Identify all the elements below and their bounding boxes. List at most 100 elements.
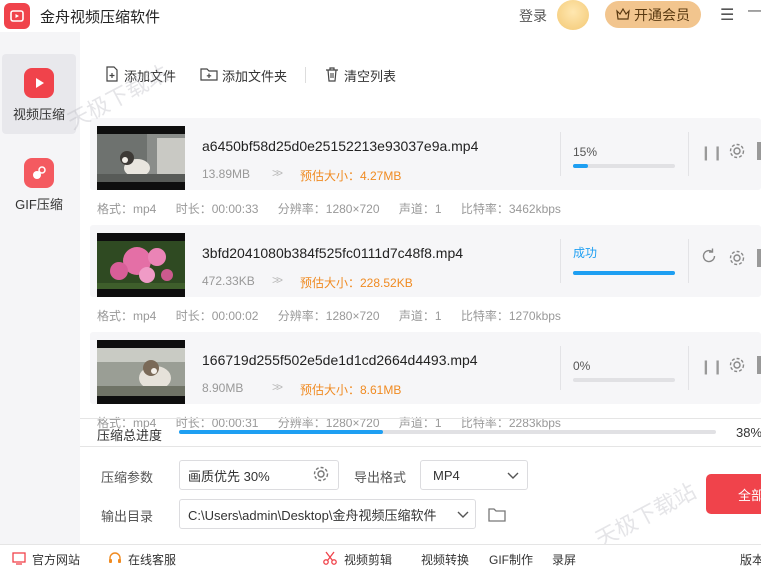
login-link[interactable]: 登录 [519,6,547,26]
divider [688,239,689,283]
gear-icon[interactable] [312,465,330,486]
estimated-size: 预估大小：228.52KB [300,276,413,290]
video-convert-link[interactable]: 视频转换 [421,551,469,568]
gear-icon[interactable] [728,249,746,270]
progress-bar [573,164,675,168]
divider [688,132,689,176]
progress-status: 0% [573,359,591,373]
clear-list-label: 清空列表 [344,68,397,84]
compress-param-field[interactable]: 画质优先 30% [179,460,339,490]
divider [560,132,561,176]
start-all-button[interactable]: 全部 [706,474,761,514]
arrow-right-icon: >> [272,380,283,394]
total-progress-bar [179,430,716,434]
divider [80,418,761,419]
file-name: 166719d255f502e5de1d1cd2664d4493.mp4 [202,352,478,368]
compress-param-label: 压缩参数 [101,470,154,485]
watermark: 天极下载站 [591,478,701,553]
meta-resolution: 分辨率：1280×720 [277,309,380,323]
file-size: 8.90MB [202,381,244,395]
total-progress-fill [179,430,384,434]
toolbar-divider [305,67,307,83]
compress-param-value: 画质优先 30% [188,468,270,484]
app-logo [4,3,30,29]
output-dir-label: 输出目录 [101,509,154,524]
divider [80,446,761,447]
official-site-label: 官方网站 [32,553,81,567]
avatar[interactable] [557,0,589,30]
clear-list-button[interactable]: 清空列表 [324,66,396,85]
chevron-down-icon [507,468,519,483]
vip-label: 开通会员 [634,6,690,23]
chevron-down-icon [453,507,469,522]
meta-bitrate: 比特率：3462kbps [460,202,561,216]
arrow-right-icon: >> [272,166,283,180]
video-edit-label: 视频剪辑 [344,553,393,567]
headset-icon [108,551,122,568]
delete-icon[interactable] [757,249,761,267]
meta-resolution: 分辨率：1280×720 [277,202,380,216]
progress-fill [573,164,589,168]
video-icon [24,68,54,98]
folder-icon[interactable] [488,507,506,525]
gear-icon[interactable] [728,142,746,163]
minimize-icon[interactable]: — [748,2,761,20]
file-size: 472.33KB [202,274,255,288]
file-row: a6450bf58d25d0e25152213e93037e9a.mp4 13.… [90,118,761,190]
meta-channels: 声道：1 [398,202,442,216]
sidebar-item-video-compress[interactable]: 视频压缩 [2,54,76,134]
vip-button[interactable]: 开通会员 [605,1,701,28]
meta-bitrate: 比特率：1270kbps [460,309,561,323]
file-name: a6450bf58d25d0e25152213e93037e9a.mp4 [202,138,479,154]
divider [688,346,689,390]
export-format-select[interactable]: MP4 [420,460,528,490]
file-item[interactable]: 3bfd2041080b384f525fc0111d7c48f8.mp4 472… [90,225,761,331]
export-format-label: 导出格式 [354,470,407,485]
delete-icon[interactable] [757,356,761,374]
output-dir-select[interactable]: C:\Users\admin\Desktop\金舟视频压缩软件 [179,499,476,529]
video-edit-link[interactable]: 视频剪辑 [322,551,392,568]
meta-duration: 时长：00:00:02 [175,309,259,323]
footer: 官方网站 在线客服 视频剪辑 视频转换 GIF制作 录屏 版本 [0,544,761,571]
gif-icon [24,158,54,188]
meta-format: 格式：mp4 [97,202,157,216]
add-folder-icon [200,66,218,85]
progress-status: 成功 [573,246,598,260]
progress-bar [573,271,675,275]
scissors-icon [322,551,338,568]
online-support-label: 在线客服 [128,553,177,567]
app-title: 金舟视频压缩软件 [40,9,161,26]
estimated-size: 预估大小：8.61MB [300,383,402,397]
video-thumbnail [97,126,185,190]
arrow-right-icon: >> [272,273,283,287]
pause-icon[interactable]: ❙❙ [700,358,723,375]
divider [560,239,561,283]
file-meta: 格式：mp4 时长：00:00:31 分辨率：1280×720 声道：1 比特率… [97,414,577,431]
file-item[interactable]: a6450bf58d25d0e25152213e93037e9a.mp4 13.… [90,118,761,224]
add-folder-label: 添加文件夹 [222,68,288,84]
gear-icon[interactable] [728,356,746,377]
title-bar: 金舟视频压缩软件 登录 开通会员 ☰ — [0,0,761,32]
official-site-link[interactable]: 官方网站 [12,551,80,568]
file-item[interactable]: 166719d255f502e5de1d1cd2664d4493.mp4 8.9… [90,332,761,438]
menu-icon[interactable]: ☰ [720,5,734,25]
divider [560,346,561,390]
screen-record-link[interactable]: 录屏 [552,551,576,568]
pause-icon[interactable]: ❙❙ [700,144,723,161]
estimated-size: 预估大小：4.27MB [300,169,402,183]
progress-status: 15% [573,145,598,159]
gif-make-link[interactable]: GIF制作 [489,551,533,568]
file-row: 166719d255f502e5de1d1cd2664d4493.mp4 8.9… [90,332,761,404]
sidebar-item-gif-compress[interactable]: GIF压缩 [2,144,76,224]
video-thumbnail [97,340,185,404]
file-row: 3bfd2041080b384f525fc0111d7c48f8.mp4 472… [90,225,761,297]
online-support-link[interactable]: 在线客服 [108,551,176,568]
file-meta: 格式：mp4 时长：00:00:02 分辨率：1280×720 声道：1 比特率… [97,307,577,324]
crown-icon [616,7,630,23]
file-name: 3bfd2041080b384f525fc0111d7c48f8.mp4 [202,245,464,261]
delete-icon[interactable] [757,142,761,160]
retry-icon[interactable] [700,247,718,268]
version-label: 版本 [740,553,761,567]
meta-duration: 时长：00:00:33 [175,202,259,216]
add-folder-button[interactable]: 添加文件夹 [200,66,287,85]
